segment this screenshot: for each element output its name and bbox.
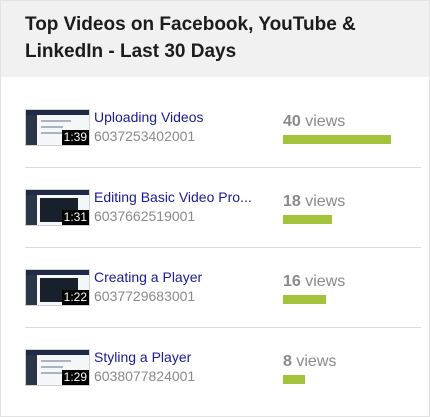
duration-badge: 1:39 bbox=[61, 130, 89, 145]
thumbnail-graphic bbox=[41, 366, 63, 368]
thumbnail-graphic bbox=[26, 195, 37, 225]
video-thumbnail[interactable]: 1:22 bbox=[25, 269, 90, 306]
thumbnail-graphic bbox=[41, 126, 63, 128]
video-row: 1:22 Creating a Player 6037729683001 16 … bbox=[1, 248, 430, 328]
view-count-number: 18 bbox=[283, 193, 301, 210]
video-id: 6037662519001 bbox=[94, 208, 196, 224]
views-bar bbox=[283, 135, 391, 144]
views-label: views bbox=[305, 113, 346, 130]
thumbnail-graphic bbox=[41, 120, 71, 122]
view-count: 8 views bbox=[283, 352, 336, 371]
view-count-number: 16 bbox=[283, 273, 301, 290]
thumbnail-graphic bbox=[26, 190, 89, 195]
views-bar bbox=[283, 295, 326, 304]
video-id: 6037253402001 bbox=[94, 128, 196, 144]
thumbnail-graphic bbox=[26, 275, 37, 305]
view-count: 40 views bbox=[283, 112, 345, 131]
video-thumbnail[interactable]: 1:29 bbox=[25, 349, 90, 386]
thumbnail-graphic bbox=[26, 270, 89, 275]
video-row: 1:29 Styling a Player 6038077824001 8 vi… bbox=[1, 328, 430, 408]
video-row: 1:31 Editing Basic Video Pro... 60376625… bbox=[1, 168, 430, 248]
video-title-link[interactable]: Uploading Videos bbox=[94, 109, 270, 126]
duration-badge: 1:31 bbox=[61, 210, 89, 225]
thumbnail-graphic bbox=[41, 360, 71, 362]
views-bar bbox=[283, 375, 305, 384]
thumbnail-graphic bbox=[26, 350, 89, 355]
video-id: 6037729683001 bbox=[94, 288, 196, 304]
view-count: 16 views bbox=[283, 272, 345, 291]
view-count: 18 views bbox=[283, 192, 345, 211]
video-title-link[interactable]: Creating a Player bbox=[94, 269, 270, 286]
widget-header: Top Videos on Facebook, YouTube & Linked… bbox=[1, 1, 429, 77]
video-title-link[interactable]: Styling a Player bbox=[94, 349, 270, 366]
video-id: 6038077824001 bbox=[94, 368, 196, 384]
duration-badge: 1:22 bbox=[61, 290, 89, 305]
views-label: views bbox=[305, 193, 346, 210]
video-row: 1:39 Uploading Videos 6037253402001 40 v… bbox=[1, 88, 430, 168]
view-count-number: 8 bbox=[283, 353, 292, 370]
widget-title: Top Videos on Facebook, YouTube & Linked… bbox=[25, 14, 356, 62]
thumbnail-graphic bbox=[26, 110, 89, 115]
video-title-link[interactable]: Editing Basic Video Pro... bbox=[94, 189, 270, 206]
video-thumbnail[interactable]: 1:31 bbox=[25, 189, 90, 226]
views-label: views bbox=[296, 353, 337, 370]
views-bar bbox=[283, 215, 332, 224]
duration-badge: 1:29 bbox=[61, 370, 89, 385]
thumbnail-graphic bbox=[26, 115, 37, 145]
views-label: views bbox=[305, 273, 346, 290]
video-thumbnail[interactable]: 1:39 bbox=[25, 109, 90, 146]
thumbnail-graphic bbox=[26, 355, 37, 385]
view-count-number: 40 bbox=[283, 113, 301, 130]
video-list: 1:39 Uploading Videos 6037253402001 40 v… bbox=[1, 88, 430, 408]
top-videos-widget: Top Videos on Facebook, YouTube & Linked… bbox=[0, 0, 430, 417]
